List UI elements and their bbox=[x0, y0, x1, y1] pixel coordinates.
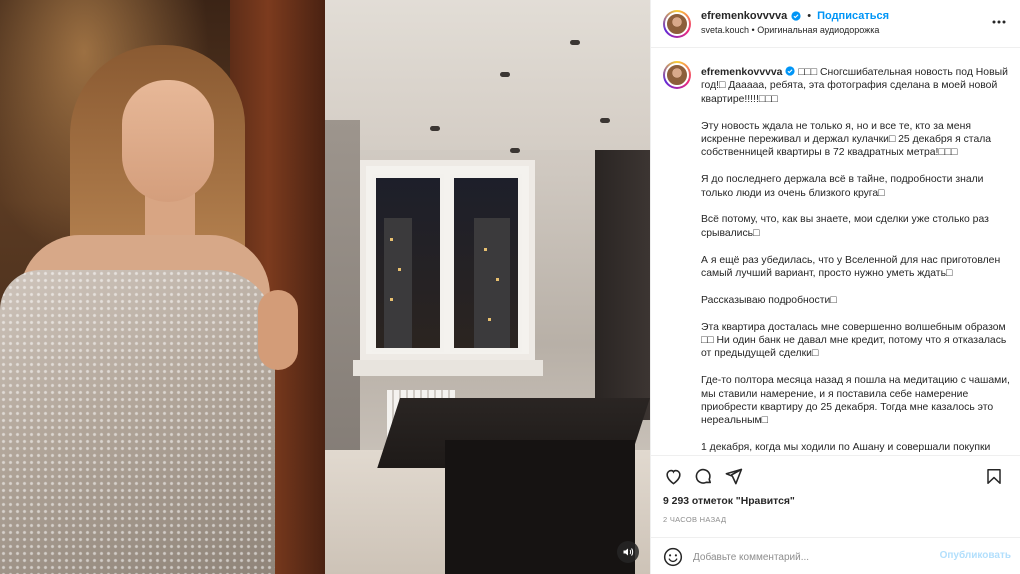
caption-paragraph: Всё потому, что, как вы знаете, мои сдел… bbox=[701, 214, 989, 239]
post-header: efremenkovvvva • Подписаться sveta.kouch… bbox=[651, 0, 1020, 48]
publish-button[interactable]: Опубликовать bbox=[940, 550, 1011, 561]
face bbox=[122, 80, 214, 202]
audio-track[interactable]: Оригинальная аудиодорожка bbox=[757, 25, 879, 35]
ceiling-lamp bbox=[430, 126, 440, 131]
verified-badge-icon bbox=[785, 66, 795, 76]
header-username[interactable]: efremenkovvvva bbox=[701, 10, 787, 22]
lit-window bbox=[488, 318, 491, 321]
ceiling-lamp bbox=[510, 148, 520, 153]
caption-paragraph: А я ещё раз убедилась, что у Вселенной д… bbox=[701, 254, 1001, 280]
ceiling-lamp bbox=[500, 72, 510, 77]
like-button[interactable] bbox=[663, 466, 683, 486]
save-button[interactable] bbox=[984, 466, 1004, 486]
caption-paragraph: 1 декабря, когда мы ходили по Ашану и со… bbox=[701, 442, 991, 454]
photo-apartment bbox=[325, 0, 650, 574]
audio-user[interactable]: sveta.kouch bbox=[701, 25, 749, 35]
separator-dot: • bbox=[751, 25, 755, 35]
post-timestamp[interactable]: 2 ЧАСОВ НАЗАД bbox=[663, 515, 726, 524]
window-pane bbox=[372, 174, 444, 352]
lit-window bbox=[390, 298, 393, 301]
emoji-icon[interactable] bbox=[663, 547, 683, 567]
comment-input[interactable] bbox=[693, 547, 933, 567]
kitchen-island bbox=[445, 440, 635, 574]
ceiling-lamp bbox=[570, 40, 580, 45]
lit-window bbox=[398, 268, 401, 271]
comment-bar: Опубликовать bbox=[651, 537, 1020, 574]
lit-window bbox=[484, 248, 487, 251]
verified-badge-icon bbox=[791, 11, 801, 21]
likes-count[interactable]: 9 293 отметок "Нравится" bbox=[663, 496, 795, 507]
comment-icon bbox=[695, 468, 711, 484]
heart-icon bbox=[665, 469, 681, 485]
photo-portrait bbox=[0, 0, 325, 574]
post-details-panel: efremenkovvvva • Подписаться sveta.kouch… bbox=[650, 0, 1020, 574]
caption-paragraph: Рассказываю подробности□ bbox=[701, 294, 837, 306]
lit-window bbox=[390, 238, 393, 241]
caption-avatar[interactable] bbox=[663, 61, 691, 89]
sequin-dress bbox=[0, 270, 275, 574]
separator-dot: • bbox=[807, 10, 812, 22]
post-actions: 9 293 отметок "Нравится" 2 ЧАСОВ НАЗАД bbox=[651, 455, 1020, 545]
follow-button[interactable]: Подписаться bbox=[817, 10, 889, 22]
more-options-button[interactable] bbox=[989, 12, 1009, 32]
audio-icon bbox=[623, 548, 634, 556]
audio-attribution: sveta.kouch • Оригинальная аудиодорожка bbox=[701, 25, 879, 35]
avatar[interactable] bbox=[663, 10, 691, 38]
bookmark-icon bbox=[987, 468, 1001, 484]
audio-toggle-button[interactable] bbox=[617, 541, 639, 563]
window bbox=[360, 160, 535, 360]
ceiling bbox=[325, 0, 650, 150]
comment-button[interactable] bbox=[693, 466, 713, 486]
caption-area[interactable]: efremenkovvvva □□□ Сногсшибательная ново… bbox=[651, 49, 1020, 455]
building bbox=[474, 218, 510, 348]
share-icon bbox=[725, 468, 742, 484]
caption-paragraph: Где-то полтора месяца назад я пошла на м… bbox=[701, 375, 1010, 427]
caption-paragraph: Эту новость ждала не только я, но и все … bbox=[701, 120, 992, 159]
caption-text: efremenkovvvva □□□ Сногсшибательная ново… bbox=[701, 66, 1011, 455]
window-pane bbox=[450, 174, 522, 352]
caption-first-paragraph: efremenkovvvva □□□ Сногсшибательная ново… bbox=[701, 66, 1011, 106]
lit-window bbox=[496, 278, 499, 281]
window-sill bbox=[353, 360, 543, 376]
ceiling-lamp bbox=[600, 118, 610, 123]
caption-paragraph: Эта квартира досталась мне совершенно во… bbox=[701, 321, 1007, 360]
more-options-icon bbox=[992, 20, 1006, 24]
share-button[interactable] bbox=[723, 466, 743, 486]
post-media[interactable] bbox=[0, 0, 650, 574]
header-user-row: efremenkovvvva • Подписаться bbox=[701, 10, 889, 22]
caption-paragraph: Я до последнего держала всё в тайне, под… bbox=[701, 174, 984, 199]
building bbox=[384, 218, 412, 348]
hand bbox=[258, 290, 298, 370]
kitchen-cabinet bbox=[595, 150, 650, 420]
caption-username[interactable]: efremenkovvvva bbox=[701, 67, 782, 78]
post-viewer: efremenkovvvva • Подписаться sveta.kouch… bbox=[0, 0, 1020, 574]
